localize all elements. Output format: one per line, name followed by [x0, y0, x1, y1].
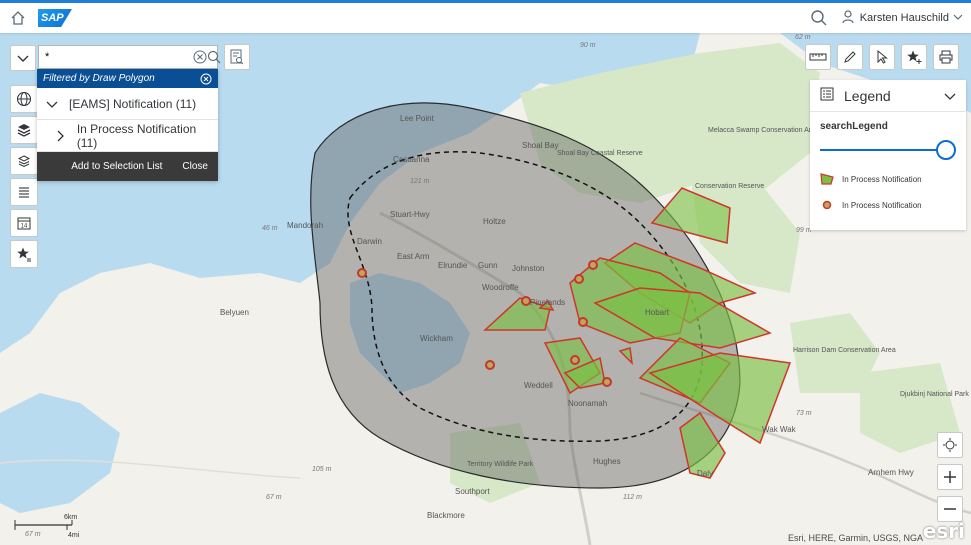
list-search-icon [230, 49, 244, 65]
map-attribution: Esri, HERE, Garmin, USGS, NGA [787, 533, 923, 543]
cursor-icon [877, 49, 888, 64]
printer-icon [939, 50, 953, 64]
search-icon[interactable] [207, 46, 221, 68]
filter-list-button[interactable] [224, 44, 250, 70]
chevron-down-icon[interactable] [944, 90, 956, 102]
layers-icon [17, 124, 31, 137]
shell-bar: SAP Karsten Hauschild [0, 0, 971, 33]
star-add-icon [907, 50, 922, 64]
basemap-button[interactable] [10, 85, 38, 113]
legend-subtitle: searchLegend [820, 121, 888, 132]
chevron-down-icon [17, 55, 29, 62]
scale-bar: 6km 4mi [12, 512, 82, 540]
legend-item-label: In Process Notification [842, 174, 922, 184]
chevron-down-icon[interactable] [45, 97, 59, 111]
panel-footer: Add to Selection List Close [37, 152, 218, 181]
slider-track [820, 149, 946, 151]
search-icon[interactable] [810, 9, 828, 27]
legend-item-polygon: In Process Notification [810, 172, 966, 186]
close-circle-icon[interactable] [200, 73, 212, 85]
ruler-icon [809, 53, 827, 61]
scale-km: 6km [64, 514, 77, 521]
polygon-swatch-icon [820, 173, 834, 185]
right-toolbar [805, 44, 959, 70]
legend-header[interactable]: Legend [810, 80, 966, 112]
measure-button[interactable] [805, 44, 831, 70]
stack-icon [17, 155, 31, 168]
list-icon [19, 187, 29, 198]
tree-item-label: In Process Notification (11) [76, 121, 197, 150]
legend-item-point: In Process Notification [810, 198, 966, 212]
select-button[interactable] [869, 44, 895, 70]
draw-button[interactable] [837, 44, 863, 70]
home-icon[interactable] [8, 8, 28, 28]
favorites-button[interactable] [10, 240, 38, 268]
panel-header-title: Filtered by Draw Polygon [43, 73, 155, 84]
list-button[interactable] [10, 178, 38, 206]
locate-icon [943, 438, 957, 452]
left-toolbar: 14 [10, 85, 38, 268]
tree-item-in-process[interactable]: In Process Notification (11) [37, 120, 218, 152]
clear-icon[interactable] [193, 46, 207, 68]
legend-panel: Legend searchLegend In Process Notificat… [810, 80, 966, 230]
sub-layers-button[interactable] [10, 147, 38, 175]
point-swatch-icon [820, 199, 834, 211]
filter-result-panel: Filtered by Draw Polygon [EAMS] Notifica… [37, 69, 218, 181]
close-button[interactable]: Close [182, 161, 208, 172]
tree-group-label: [EAMS] Notification (11) [69, 96, 197, 111]
svg-text:14: 14 [21, 224, 28, 230]
scale-mi: 4mi [68, 532, 80, 538]
print-button[interactable] [933, 44, 959, 70]
globe-icon [16, 91, 32, 107]
user-name: Karsten Hauschild [859, 12, 949, 24]
star-list-icon [17, 247, 31, 262]
zoom-in-button[interactable] [937, 464, 963, 490]
sap-logo[interactable]: SAP [38, 9, 72, 27]
calendar-icon: 14 [17, 217, 31, 230]
collapse-panel-button[interactable] [10, 45, 36, 71]
legend-title: Legend [844, 87, 891, 104]
chevron-right-icon[interactable] [53, 129, 67, 143]
slider-thumb[interactable] [936, 140, 956, 160]
panel-header: Filtered by Draw Polygon [37, 69, 218, 88]
opacity-slider[interactable] [820, 140, 956, 160]
add-to-selection-button[interactable]: Add to Selection List [71, 161, 162, 172]
minus-icon [944, 508, 956, 510]
tree-group-notification[interactable]: [EAMS] Notification (11) [37, 88, 218, 120]
esri-logo: esri [922, 519, 965, 543]
search-input[interactable] [39, 46, 193, 68]
pencil-icon [844, 51, 856, 63]
plus-icon [944, 471, 956, 483]
user-icon [842, 9, 856, 27]
bookmark-button[interactable] [901, 44, 927, 70]
chevron-down-icon [953, 12, 963, 25]
calendar-button[interactable]: 14 [10, 209, 38, 237]
legend-item-label: In Process Notification [842, 200, 922, 210]
locate-button[interactable] [937, 432, 963, 458]
user-menu[interactable]: Karsten Hauschild [842, 9, 963, 27]
zoom-controls [937, 432, 963, 522]
search-field[interactable] [38, 45, 221, 69]
layers-button[interactable] [10, 116, 38, 144]
legend-icon [820, 87, 834, 104]
